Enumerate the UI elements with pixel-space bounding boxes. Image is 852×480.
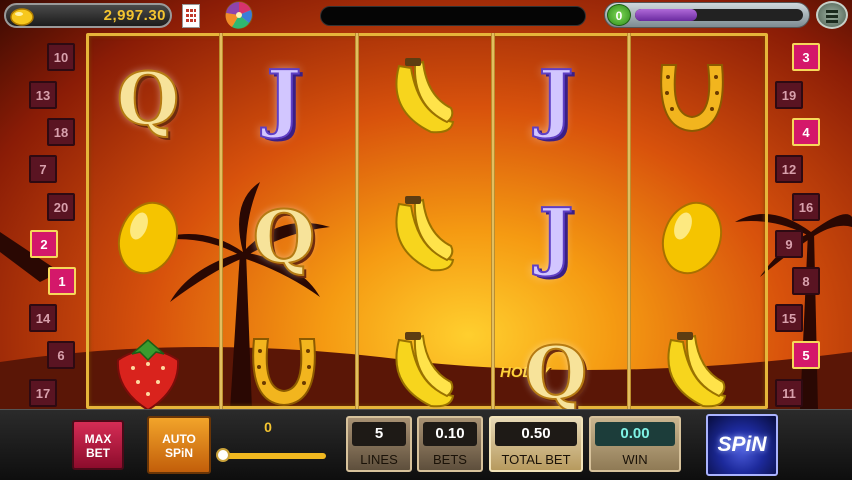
- auto-spin-label-1: AUTO: [162, 432, 196, 446]
- payline-marker[interactable]: 5: [792, 341, 820, 369]
- total-bet-label: TOTAL BET: [501, 452, 571, 467]
- coin-amount: 2,997.30: [103, 7, 166, 24]
- banana-icon: [375, 327, 465, 417]
- reel-divider: [355, 33, 359, 409]
- symbol-q: Q: [103, 53, 193, 143]
- xp-track: [635, 9, 803, 21]
- lemon-icon: [647, 191, 737, 281]
- payline-marker[interactable]: 13: [29, 81, 57, 109]
- payline-marker[interactable]: 18: [47, 118, 75, 146]
- bets-value: 0.10: [423, 422, 477, 446]
- slider-value: 0: [264, 419, 272, 435]
- payline-marker[interactable]: 8: [792, 267, 820, 295]
- payline-marker[interactable]: 1: [48, 267, 76, 295]
- max-bet-button[interactable]: MAX BET: [72, 420, 124, 470]
- lines-label: LINES: [360, 452, 398, 467]
- menu-button[interactable]: [816, 1, 848, 29]
- symbol-q: Q: [239, 191, 329, 281]
- symbol-j: J: [511, 53, 601, 143]
- payline-marker[interactable]: 16: [792, 193, 820, 221]
- symbol-q-letter: Q: [252, 193, 317, 280]
- spin-button[interactable]: SPiN: [706, 414, 778, 476]
- horseshoe-icon: [239, 327, 329, 417]
- payline-marker[interactable]: 2: [30, 230, 58, 258]
- bet-slider-track[interactable]: [220, 453, 326, 459]
- win-panel: 0.00 WIN: [589, 416, 681, 472]
- lemon-icon: [103, 191, 193, 281]
- payline-marker[interactable]: 20: [47, 193, 75, 221]
- symbol-q: Q: [511, 327, 601, 417]
- payline-marker[interactable]: 19: [775, 81, 803, 109]
- total-bet-value: 0.50: [495, 422, 577, 446]
- lines-panel[interactable]: 5 LINES: [346, 416, 412, 472]
- symbol-j: J: [239, 53, 329, 143]
- payline-marker[interactable]: 15: [775, 304, 803, 332]
- payline-marker[interactable]: 4: [792, 118, 820, 146]
- top-bar: 2,997.30 0: [0, 0, 852, 32]
- win-value: 0.00: [595, 422, 675, 446]
- auto-spin-label-2: SPiN: [164, 446, 193, 460]
- bet-slider-knob[interactable]: [216, 448, 230, 462]
- lines-value: 5: [352, 422, 406, 446]
- payline-marker[interactable]: 6: [47, 341, 75, 369]
- banana-icon: [647, 327, 737, 417]
- payline-marker[interactable]: 3: [792, 43, 820, 71]
- symbol-j-letter: J: [537, 54, 574, 142]
- xp-progress: 0: [604, 2, 810, 28]
- ticket-icon[interactable]: [182, 4, 200, 28]
- strawberry-icon: [103, 327, 193, 417]
- payline-marker[interactable]: 10: [47, 43, 75, 71]
- bets-panel[interactable]: 0.10 BETS: [417, 416, 483, 472]
- payline-marker[interactable]: 14: [29, 304, 57, 332]
- reel-divider: [219, 33, 223, 409]
- reel-divider: [491, 33, 495, 409]
- level-badge: 0: [607, 4, 631, 26]
- reel-divider: [627, 33, 631, 409]
- auto-spin-button[interactable]: AUTO SPiN: [147, 416, 211, 474]
- max-bet-label-1: MAX: [84, 432, 112, 446]
- symbol-j: J: [511, 191, 601, 281]
- symbol-q-letter: Q: [116, 55, 181, 142]
- payline-marker[interactable]: 11: [775, 379, 803, 407]
- coin-balance: 2,997.30: [4, 3, 172, 28]
- symbol-j-letter: J: [537, 192, 574, 280]
- xp-fill: [635, 9, 698, 21]
- symbol-q-letter: Q: [524, 329, 589, 416]
- lemon-coin-icon: [10, 8, 34, 26]
- bonus-wheel-icon[interactable]: [222, 1, 256, 29]
- horseshoe-icon: [647, 53, 737, 143]
- banana-icon: [375, 53, 465, 143]
- win-label: WIN: [622, 452, 648, 467]
- message-bar: [320, 6, 586, 26]
- payline-marker[interactable]: 9: [775, 230, 803, 258]
- symbol-j-letter: J: [265, 54, 302, 142]
- payline-marker[interactable]: 17: [29, 379, 57, 407]
- payline-marker[interactable]: 12: [775, 155, 803, 183]
- banana-icon: [375, 191, 465, 281]
- max-bet-label-2: BET: [86, 446, 110, 460]
- bets-label: BETS: [433, 452, 467, 467]
- total-bet-panel: 0.50 TOTAL BET: [489, 416, 583, 472]
- payline-marker[interactable]: 7: [29, 155, 57, 183]
